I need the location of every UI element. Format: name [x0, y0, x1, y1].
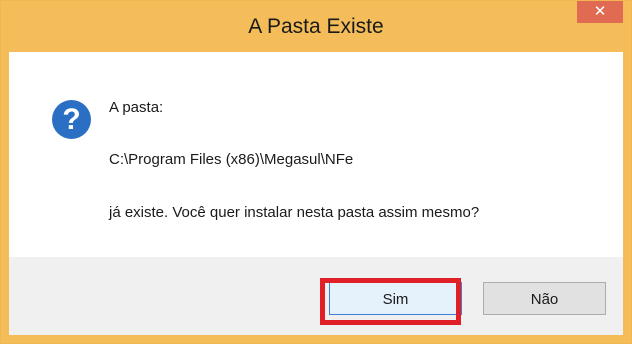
message-area: ? A pasta: C:\Program Files (x86)\Megasu… — [9, 52, 623, 257]
no-button[interactable]: Não — [483, 282, 606, 315]
message-line-question: já existe. Você quer instalar nesta past… — [109, 204, 480, 221]
close-icon: ✕ — [593, 3, 607, 20]
question-icon: ? — [52, 100, 91, 139]
close-button[interactable]: ✕ — [577, 1, 623, 23]
button-bar: Sim Não — [9, 257, 623, 335]
title-bar[interactable]: A Pasta Existe ✕ — [1, 1, 631, 52]
yes-button-highlight-box — [320, 278, 461, 325]
message-line-folder-path: C:\Program Files (x86)\Megasul\NFe — [109, 151, 354, 168]
folder-exists-dialog: A Pasta Existe ✕ ? A pasta: C:\Program F… — [0, 0, 632, 344]
window-title: A Pasta Existe — [248, 15, 384, 38]
message-line-folder-label: A pasta: — [109, 99, 164, 116]
